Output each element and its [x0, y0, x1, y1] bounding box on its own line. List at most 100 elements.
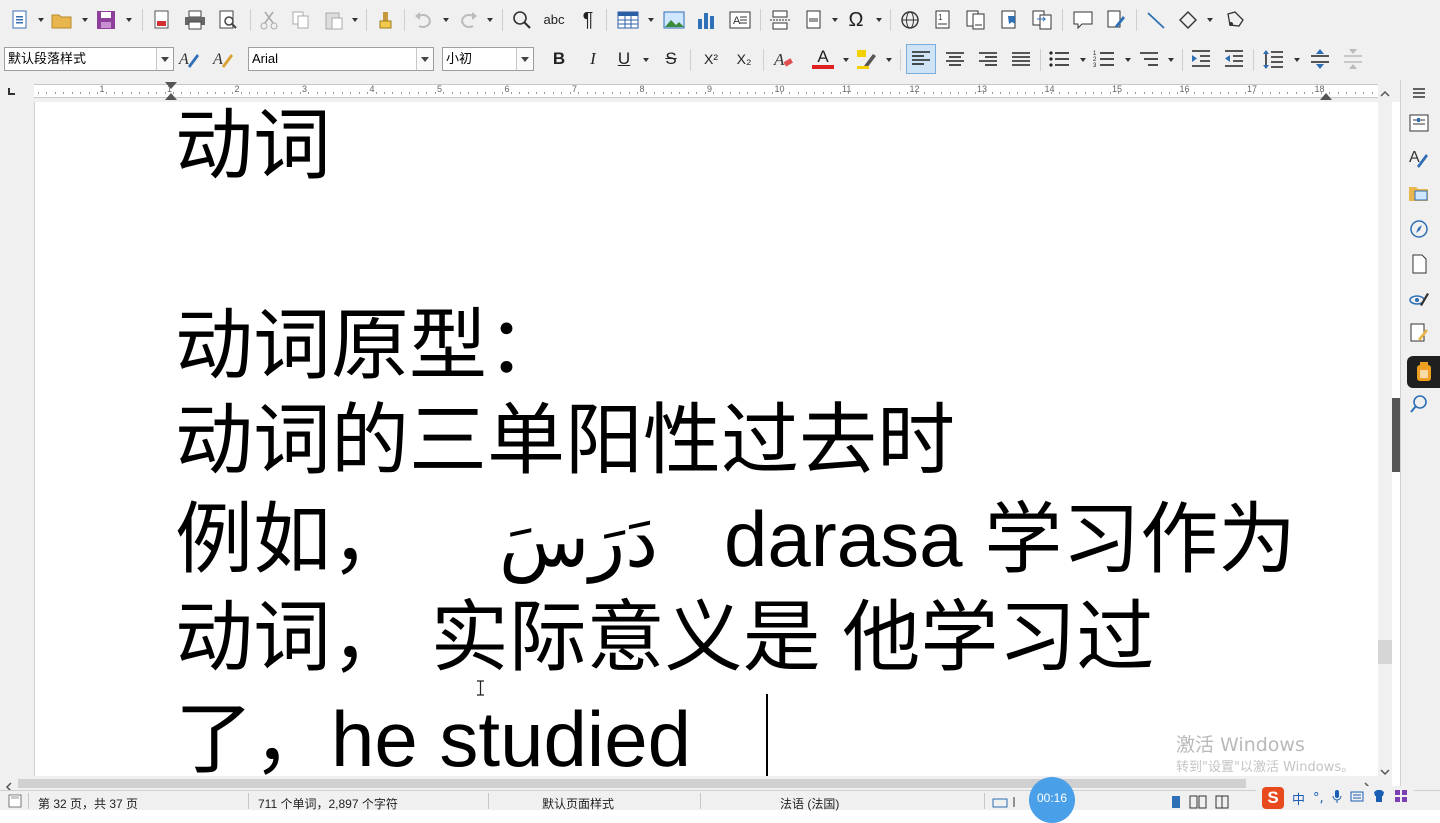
subscript-button[interactable]: X₂ [733, 48, 755, 70]
line-spacing-dropdown-arrow[interactable] [1294, 58, 1300, 62]
numbered-list-dropdown-arrow[interactable] [1125, 58, 1131, 62]
copy-icon[interactable] [289, 8, 313, 32]
align-left-button[interactable] [906, 44, 936, 74]
align-center-icon[interactable] [944, 48, 966, 70]
new-dropdown-arrow[interactable] [38, 18, 44, 22]
update-style-icon[interactable]: A [178, 48, 200, 70]
paragraph-style-combo[interactable]: 默认段落样式 [4, 47, 174, 71]
page-style[interactable]: 默认页面样式 [542, 795, 614, 812]
outline-list-icon[interactable] [1138, 48, 1160, 70]
undo-icon[interactable] [412, 8, 436, 32]
horizontal-ruler[interactable]: 1 1 2 3 4 5 6 7 8 9 10 11 12 13 14 15 16 17 18 [34, 84, 1378, 98]
save-icon[interactable] [94, 8, 118, 32]
image-icon[interactable] [662, 8, 686, 32]
export-pdf-icon[interactable] [150, 8, 174, 32]
navigator-icon[interactable] [1408, 218, 1430, 240]
open-dropdown-arrow[interactable] [82, 18, 88, 22]
chart-icon[interactable] [695, 8, 719, 32]
properties-icon[interactable] [1408, 112, 1430, 134]
endnote-icon[interactable] [964, 8, 988, 32]
shapes-icon[interactable] [1176, 8, 1200, 32]
bold-button[interactable]: B [548, 48, 570, 70]
selection-mode-icon[interactable] [992, 796, 1022, 808]
recording-timer[interactable]: 00:16 [1029, 777, 1075, 823]
sidebar-collapse-handle[interactable] [1392, 398, 1400, 472]
find-sidebar-icon[interactable] [1408, 393, 1430, 415]
find-replace-icon[interactable] [510, 8, 534, 32]
underline-button[interactable]: U [613, 48, 635, 70]
paragraph-style-dropdown[interactable] [156, 48, 173, 70]
textbox-icon[interactable]: A [728, 8, 752, 32]
word-count[interactable]: 711 个单词，2,897 个字符 [258, 795, 398, 812]
paragraph-spacing-decrease-icon[interactable] [1342, 48, 1364, 70]
align-right-icon[interactable] [977, 48, 999, 70]
save-dropdown-arrow[interactable] [126, 18, 132, 22]
line-spacing-icon[interactable] [1262, 48, 1284, 70]
first-line-indent-marker[interactable] [165, 82, 177, 89]
special-character-dropdown-arrow[interactable] [876, 18, 882, 22]
field-icon[interactable] [802, 8, 826, 32]
bullet-list-dropdown-arrow[interactable] [1080, 58, 1086, 62]
cross-reference-icon[interactable] [1030, 8, 1054, 32]
left-indent-marker[interactable] [165, 93, 177, 100]
font-name-dropdown[interactable] [416, 48, 433, 70]
extension-sidebar-icon[interactable] [1413, 361, 1435, 383]
keyboard-icon[interactable] [1350, 790, 1364, 806]
table-icon[interactable] [616, 8, 640, 32]
vertical-scroll-thumb[interactable] [1378, 640, 1392, 664]
numbered-list-icon[interactable]: 123 [1093, 48, 1115, 70]
sogou-ime-icon[interactable]: S [1262, 787, 1284, 809]
cut-icon[interactable] [257, 8, 281, 32]
styles-icon[interactable]: A [1408, 146, 1430, 168]
page-icon[interactable] [1408, 253, 1430, 275]
paragraph-spacing-icon[interactable] [1309, 48, 1331, 70]
track-changes-icon[interactable] [1104, 8, 1128, 32]
formatting-marks-icon[interactable]: ¶ [576, 8, 600, 32]
paste-icon[interactable] [322, 8, 346, 32]
special-character-icon[interactable]: Ω [844, 8, 868, 32]
gallery-icon[interactable] [1408, 182, 1430, 204]
field-dropdown-arrow[interactable] [832, 18, 838, 22]
print-icon[interactable] [183, 8, 207, 32]
draw-icon[interactable] [1222, 8, 1246, 32]
microphone-icon[interactable] [1332, 789, 1342, 807]
clone-formatting-icon[interactable] [373, 8, 397, 32]
highlight-color-icon[interactable] [856, 48, 878, 70]
manage-changes-icon[interactable] [1408, 322, 1430, 344]
highlight-dropdown-arrow[interactable] [886, 58, 892, 62]
hyperlink-icon[interactable] [898, 8, 922, 32]
sidebar-menu-icon[interactable] [1408, 82, 1430, 104]
justify-icon[interactable] [1010, 48, 1032, 70]
page-break-icon[interactable] [768, 8, 792, 32]
decrease-indent-icon[interactable] [1223, 48, 1245, 70]
line-icon[interactable] [1144, 8, 1168, 32]
table-dropdown-arrow[interactable] [648, 18, 654, 22]
tab-stop-selector[interactable] [8, 88, 15, 95]
scroll-up-arrow[interactable] [1379, 84, 1391, 97]
bullet-list-icon[interactable] [1048, 48, 1070, 70]
paste-dropdown-arrow[interactable] [352, 18, 358, 22]
text-language[interactable]: 法语 (法国) [780, 795, 839, 812]
comment-icon[interactable] [1071, 8, 1095, 32]
spelling-icon[interactable]: abc [542, 8, 566, 32]
print-preview-icon[interactable] [216, 8, 240, 32]
scroll-down-arrow[interactable] [1379, 762, 1391, 776]
superscript-button[interactable]: X² [700, 48, 722, 70]
new-style-icon[interactable]: A [212, 48, 234, 70]
page-count[interactable]: 第 32 页，共 37 页 [38, 795, 138, 812]
open-folder-icon[interactable] [50, 8, 74, 32]
scroll-left-arrow[interactable] [4, 778, 14, 792]
right-indent-marker[interactable] [1320, 93, 1332, 100]
font-color-button[interactable]: A [812, 48, 834, 70]
document-modified-icon[interactable] [8, 794, 22, 808]
ime-language-indicator[interactable]: 中 [1292, 789, 1305, 808]
style-inspector-icon[interactable] [1408, 288, 1430, 310]
redo-icon[interactable] [456, 8, 480, 32]
underline-dropdown-arrow[interactable] [643, 58, 649, 62]
redo-dropdown-arrow[interactable] [487, 18, 493, 22]
font-name-combo[interactable]: Arial [248, 47, 434, 71]
new-document-icon[interactable] [8, 8, 32, 32]
ime-punctuation-indicator[interactable]: °, [1313, 791, 1324, 806]
view-layout-icons[interactable] [1168, 795, 1248, 809]
strikethrough-button[interactable]: S [660, 48, 682, 70]
